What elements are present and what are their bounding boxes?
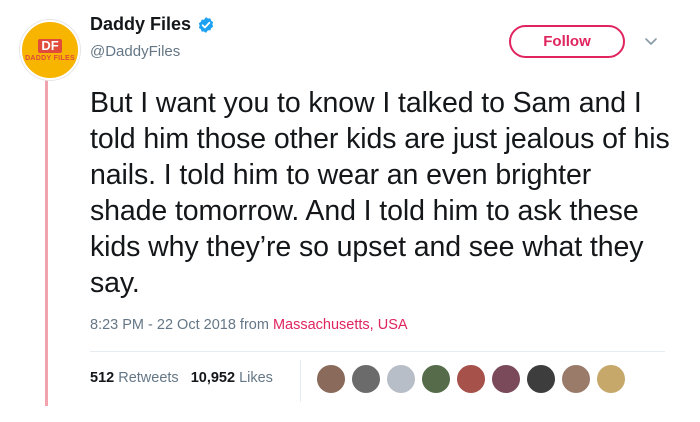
location-link[interactable]: Massachusetts, USA [273,317,408,333]
liker-avatar[interactable] [421,364,451,394]
tweet-text: But I want you to know I talked to Sam a… [90,87,670,299]
avatar-monogram: DF [38,38,62,53]
verified-badge-icon [198,16,214,33]
liker-avatar[interactable] [351,364,381,394]
account-name-row: Daddy Files [90,14,215,35]
liker-avatar[interactable] [456,364,486,394]
liker-avatar[interactable] [561,364,591,394]
avatar[interactable]: DF DADDY FILES [20,20,80,80]
likes-label: Likes [239,370,273,386]
thread-line [45,60,48,406]
retweets-stat[interactable]: 512 Retweets [90,370,179,386]
tweet-stats: 512 Retweets 10,952 Likes [90,370,273,386]
avatar-caption: DADDY FILES [25,54,75,62]
liker-avatar[interactable] [491,364,521,394]
follow-button[interactable]: Follow [509,25,625,58]
liker-avatars [316,364,631,394]
chevron-down-icon[interactable] [643,33,659,49]
likes-stat[interactable]: 10,952 Likes [191,370,273,386]
handle[interactable]: @DaddyFiles [90,43,180,60]
liker-avatar[interactable] [386,364,416,394]
divider [90,351,665,352]
retweets-count: 512 [90,370,115,386]
liker-avatar[interactable] [526,364,556,394]
stats-separator [300,360,301,402]
likes-count: 10,952 [190,370,236,386]
liker-avatar[interactable] [316,364,346,394]
tweet-timestamp[interactable]: 8:23 PM - 22 Oct 2018 [90,317,236,333]
display-name[interactable]: Daddy Files [90,14,191,35]
retweets-label: Retweets [118,370,179,386]
from-label: from [239,317,269,333]
tweet-meta: 8:23 PM - 22 Oct 2018 from Massachusetts… [90,317,408,333]
liker-avatar[interactable] [596,364,626,394]
